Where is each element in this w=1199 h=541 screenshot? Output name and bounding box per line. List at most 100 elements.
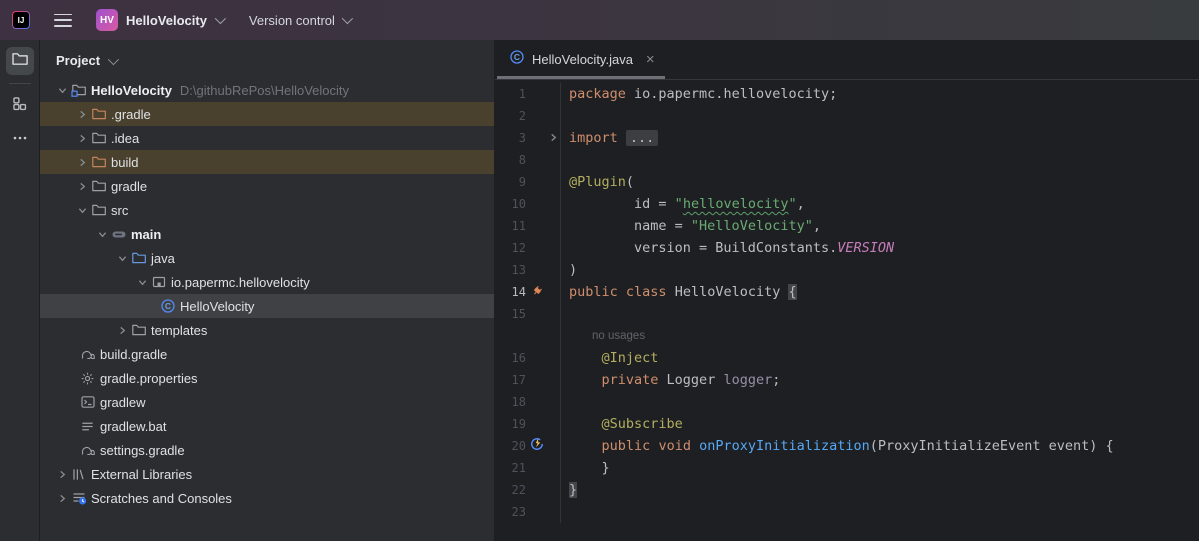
editor-tab-hellovelocity[interactable]: C HelloVelocity.java × — [495, 40, 667, 79]
console-icon — [80, 394, 100, 410]
gradle-icon — [80, 442, 100, 458]
tree-item-hellovelocity[interactable]: CHelloVelocity — [40, 294, 494, 318]
line-number: 22 — [495, 483, 528, 497]
tree-item-label: Scratches and Consoles — [91, 491, 232, 506]
code-token: hellovelocity — [683, 196, 789, 212]
chevron-right-icon[interactable] — [74, 158, 91, 167]
project-tree: HelloVelocityD:\githubRePos\HelloVelocit… — [40, 78, 494, 510]
tree-item--idea[interactable]: .idea — [40, 126, 494, 150]
tree-item-gradle-properties[interactable]: gradle.properties — [40, 366, 494, 390]
main-toolbar: IJ HV HelloVelocity Version control — [0, 0, 1199, 40]
tree-item-scratches-and-consoles[interactable]: Scratches and Consoles — [40, 486, 494, 510]
code-text: } — [561, 482, 577, 498]
code-token: , — [813, 218, 821, 234]
project-widget[interactable]: HV HelloVelocity — [96, 9, 223, 31]
tree-item-external-libraries[interactable]: External Libraries — [40, 462, 494, 486]
gutter: 3 — [495, 127, 561, 149]
tree-item-label: gradle.properties — [100, 371, 198, 386]
tree-item-label: io.papermc.hellovelocity — [171, 275, 310, 290]
tree-item-main[interactable]: main — [40, 222, 494, 246]
tree-item-build[interactable]: build — [40, 150, 494, 174]
tree-item-label: gradle — [111, 179, 147, 194]
editor-tab-bar: C HelloVelocity.java × — [495, 40, 1199, 80]
package-icon — [151, 274, 171, 290]
project-view-selector[interactable]: Project — [40, 40, 494, 78]
tree-item-label: HelloVelocity — [91, 83, 172, 98]
chevron-right-icon[interactable] — [74, 182, 91, 191]
vcs-widget[interactable]: Version control — [249, 13, 350, 28]
tree-item-hellovelocity[interactable]: HelloVelocityD:\githubRePos\HelloVelocit… — [40, 78, 494, 102]
svg-text:C: C — [514, 52, 520, 62]
code-line-15: 15 — [495, 303, 1199, 325]
chevron-down-icon[interactable] — [54, 86, 71, 95]
scratches-icon — [71, 490, 91, 506]
tree-item-templates[interactable]: templates — [40, 318, 494, 342]
code-text: import ... — [561, 130, 658, 146]
chevron-right-icon[interactable] — [54, 470, 71, 479]
chevron-down-icon[interactable] — [74, 206, 91, 215]
chevron-down-icon[interactable] — [134, 278, 151, 287]
folder-icon — [131, 322, 151, 338]
close-icon[interactable]: × — [646, 52, 655, 67]
tree-item-settings-gradle[interactable]: settings.gradle — [40, 438, 494, 462]
workspace: Project HelloVelocityD:\githubRePos\Hell… — [0, 40, 1199, 541]
tree-item--gradle[interactable]: .gradle — [40, 102, 494, 126]
gutter: 10 — [495, 193, 561, 215]
code-token: import — [569, 130, 618, 146]
tree-item-label: settings.gradle — [100, 443, 185, 458]
gradle-icon — [80, 346, 100, 362]
code-line-9: 9@Plugin( — [495, 171, 1199, 193]
folder-excluded-icon — [91, 154, 111, 170]
tree-item-build-gradle[interactable]: build.gradle — [40, 342, 494, 366]
chevron-right-icon[interactable] — [74, 134, 91, 143]
tree-item-io-papermc-hellovelocity[interactable]: io.papermc.hellovelocity — [40, 270, 494, 294]
chevron-down-icon[interactable] — [114, 254, 131, 263]
code-line-18: 18 — [495, 391, 1199, 413]
chevron-right-icon[interactable] — [114, 326, 131, 335]
project-view-title: Project — [56, 53, 100, 68]
editor-area: C HelloVelocity.java × 1package io.paper… — [495, 40, 1199, 541]
tree-item-src[interactable]: src — [40, 198, 494, 222]
chevron-down-icon[interactable] — [94, 230, 111, 239]
class-icon: C — [160, 298, 180, 314]
gutter: 18 — [495, 391, 561, 413]
folder-icon — [11, 50, 29, 73]
tree-item-java[interactable]: java — [40, 246, 494, 270]
tree-item-label: build.gradle — [100, 347, 167, 362]
main-menu-icon[interactable] — [54, 14, 72, 27]
tool-more-button[interactable] — [6, 126, 34, 154]
code-text: package io.papermc.hellovelocity; — [561, 86, 837, 102]
code-text: public void onProxyInitialization(ProxyI… — [561, 438, 1114, 454]
tool-project-button[interactable] — [6, 47, 34, 75]
code-line-21: 21 } — [495, 457, 1199, 479]
project-folder-icon — [71, 82, 91, 98]
tree-item-gradlew[interactable]: gradlew — [40, 390, 494, 414]
code-line-19: 19 @Subscribe — [495, 413, 1199, 435]
code-line-12: 12 version = BuildConstants.VERSION — [495, 237, 1199, 259]
tree-item-gradle[interactable]: gradle — [40, 174, 494, 198]
fold-icon[interactable] — [549, 130, 558, 146]
code-line-3: 3import ... — [495, 127, 1199, 149]
chevron-right-icon[interactable] — [74, 110, 91, 119]
tool-modules-button[interactable] — [6, 92, 34, 120]
plugin-gutter-icon[interactable] — [531, 284, 544, 301]
usages-hint[interactable]: no usages — [561, 330, 645, 342]
code-token: onProxyInitialization — [699, 438, 870, 454]
code-editor[interactable]: 1package io.papermc.hellovelocity;23impo… — [495, 80, 1199, 541]
code-token: private — [602, 372, 659, 388]
code-token: id = — [569, 196, 675, 212]
gutter: 12 — [495, 237, 561, 259]
code-token: Logger — [658, 372, 723, 388]
code-token: " — [788, 196, 796, 212]
chevron-right-icon[interactable] — [54, 494, 71, 503]
code-token: , — [797, 196, 805, 212]
gutter: 17 — [495, 369, 561, 391]
tree-item-label: gradlew.bat — [100, 419, 167, 434]
tree-item-gradlew-bat[interactable]: gradlew.bat — [40, 414, 494, 438]
code-token — [569, 438, 602, 454]
code-text: } — [561, 460, 610, 476]
subscribe-gutter-icon[interactable] — [530, 437, 544, 455]
code-token: HelloVelocity — [667, 284, 789, 300]
chevron-down-icon — [215, 13, 226, 24]
tree-item-label: gradlew — [100, 395, 146, 410]
